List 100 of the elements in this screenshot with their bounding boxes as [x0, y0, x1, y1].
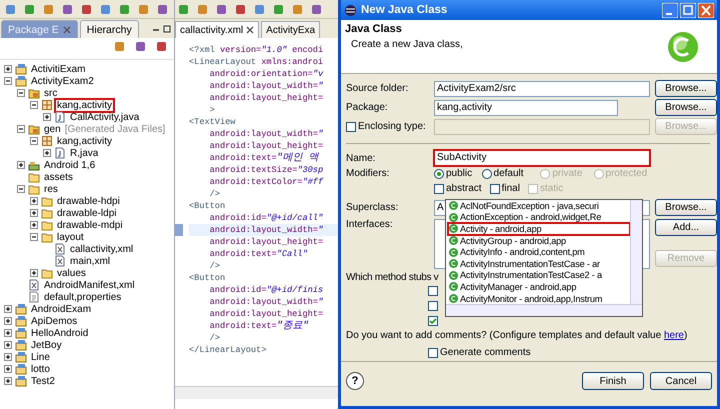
expand-toggle[interactable] [17, 89, 25, 97]
tree-item[interactable]: JetBoy [30, 340, 63, 350]
toolbar-icon[interactable] [4, 2, 17, 16]
close-button[interactable] [698, 2, 714, 18]
scrollbar[interactable] [175, 386, 338, 399]
toolbar-icon[interactable] [134, 40, 147, 53]
expand-toggle[interactable] [30, 137, 38, 145]
browse-button[interactable]: Browse... [655, 99, 717, 116]
browse-button[interactable]: Browse... [655, 199, 717, 216]
expand-toggle[interactable] [30, 101, 38, 109]
suggestion-item[interactable]: Activity - android,app [448, 223, 630, 235]
tree-item[interactable]: Android 1,6 [43, 160, 96, 170]
expand-toggle[interactable] [43, 149, 51, 157]
expand-toggle[interactable] [4, 365, 12, 373]
expand-toggle[interactable] [4, 353, 12, 361]
expand-toggle[interactable] [30, 233, 38, 241]
text-field[interactable]: SubActivity [434, 150, 650, 166]
tree-item[interactable]: res [43, 184, 59, 194]
tree-item[interactable]: gen [43, 124, 62, 134]
tree-item[interactable]: values [56, 268, 87, 278]
expand-toggle[interactable] [4, 329, 12, 337]
checkbox[interactable] [428, 348, 438, 358]
toolbar-icon[interactable] [23, 2, 36, 16]
checkbox[interactable] [434, 184, 444, 194]
tree-item[interactable]: Test2 [30, 376, 56, 386]
tree-item[interactable]: Line [30, 352, 51, 362]
expand-toggle[interactable] [43, 113, 51, 121]
suggestion-item[interactable]: AclNotFoundException - java,securi [448, 200, 630, 212]
expand-toggle[interactable] [4, 305, 12, 313]
tree-item[interactable]: main,xml [69, 256, 112, 266]
expand-toggle[interactable] [30, 209, 38, 217]
radio-button[interactable] [434, 168, 444, 178]
tree-item[interactable]: AndroidManifest,xml [43, 280, 136, 290]
tree-item[interactable]: drawable-mdpi [56, 220, 124, 230]
suggestion-item[interactable]: ActivityManager - android,app [448, 281, 630, 293]
help-button[interactable]: ? [346, 372, 364, 390]
tree-item[interactable]: assets [43, 172, 74, 182]
toolbar-icon[interactable] [310, 2, 323, 16]
tree-item[interactable]: ActivityExam2 [30, 76, 95, 86]
tree-item[interactable]: drawable-hdpi [56, 196, 121, 206]
checkbox[interactable] [428, 316, 438, 326]
tree-item[interactable]: CallActivity,java [69, 112, 140, 122]
tree-item[interactable]: kang,activity [56, 100, 114, 110]
scrollbar[interactable] [630, 200, 642, 304]
toolbar-icon[interactable] [156, 2, 169, 16]
toolbar-icon[interactable] [80, 2, 93, 16]
expand-toggle[interactable] [30, 197, 38, 205]
expand-toggle[interactable] [4, 65, 12, 73]
maximize-icon[interactable] [163, 24, 171, 32]
radio-button[interactable] [482, 168, 492, 178]
suggestion-item[interactable]: ActivityMonitor - android,app,Instrum [448, 292, 630, 304]
add-button[interactable]: Add... [655, 219, 717, 236]
tree-item[interactable]: drawable-ldpi [56, 208, 118, 218]
toolbar-icon[interactable] [177, 2, 190, 16]
toolbar-icon[interactable] [99, 2, 112, 16]
toolbar-icon[interactable] [253, 2, 266, 16]
here-link[interactable]: here [664, 330, 684, 341]
tree-item[interactable]: src [43, 88, 58, 98]
editor-tab[interactable]: callactivity.xml [175, 21, 260, 38]
text-field[interactable]: kang,activity [434, 100, 618, 116]
tree-item[interactable]: AndroidExam [30, 304, 92, 314]
tree-item[interactable]: kang,activity [56, 136, 114, 146]
toolbar-icon[interactable] [215, 2, 228, 16]
tree-item[interactable]: HelloAndroid [30, 328, 90, 338]
expand-toggle[interactable] [4, 341, 12, 349]
toolbar-icon[interactable] [234, 2, 247, 16]
expand-toggle[interactable] [17, 161, 25, 169]
suggestion-item[interactable]: ActivityInfo - android,content,pm [448, 246, 630, 258]
close-icon[interactable] [246, 26, 254, 34]
expand-toggle[interactable] [17, 185, 25, 193]
tree-item[interactable]: callactivity,xml [69, 244, 134, 254]
tree-item[interactable]: layout [56, 232, 85, 242]
checkbox[interactable] [428, 300, 438, 310]
tree-item[interactable]: ActivitiExam [30, 64, 86, 74]
toolbar-icon[interactable] [272, 2, 285, 16]
finish-button[interactable]: Finish [582, 372, 644, 390]
browse-button[interactable]: Browse... [655, 80, 717, 97]
suggestion-item[interactable]: ActivityInstrumentationTestCase - ar [448, 258, 630, 270]
toolbar-icon[interactable] [61, 2, 74, 16]
maximize-button[interactable] [680, 2, 696, 18]
expand-toggle[interactable] [4, 317, 12, 325]
minimize-button[interactable] [662, 2, 678, 18]
cancel-button[interactable]: Cancel [650, 372, 712, 390]
suggestion-item[interactable]: ActionException - android,widget,Re [448, 212, 630, 224]
tree-item[interactable]: lotto [30, 364, 51, 374]
scrollbar[interactable] [446, 304, 642, 316]
expand-toggle[interactable] [30, 269, 38, 277]
tree-item[interactable]: ApiDemos [30, 316, 78, 326]
expand-toggle[interactable] [30, 221, 38, 229]
view-tab[interactable]: Hierarchy [80, 20, 139, 38]
toolbar-icon[interactable] [118, 2, 131, 16]
text-field[interactable]: ActivityExam2/src [434, 80, 650, 96]
toolbar-icon[interactable] [113, 40, 126, 53]
toolbar-icon[interactable] [155, 40, 168, 53]
expand-toggle[interactable] [17, 125, 25, 133]
editor-tab[interactable]: ActivityExa [261, 21, 320, 38]
tree-item[interactable]: default,properties [43, 292, 122, 302]
suggestion-item[interactable]: ActivityInstrumentationTestCase2 - a [448, 270, 630, 282]
expand-toggle[interactable] [4, 377, 12, 385]
checkbox[interactable] [490, 184, 500, 194]
